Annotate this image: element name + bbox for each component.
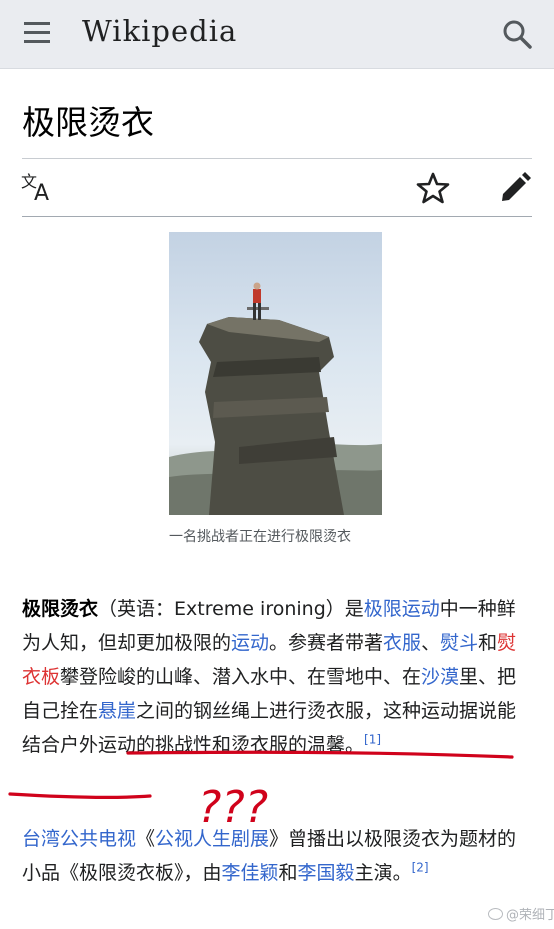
text: 主演。 <box>354 862 412 884</box>
watermark: @荣细丁 <box>488 904 554 923</box>
link-sport[interactable]: 运动 <box>231 632 269 654</box>
svg-text:A: A <box>34 181 49 204</box>
watch-star-icon[interactable] <box>416 171 450 205</box>
hamburger-menu-icon[interactable] <box>24 22 50 44</box>
link-actor-2[interactable]: 李国毅 <box>298 862 355 884</box>
text: 、 <box>421 632 441 654</box>
text: 和 <box>478 632 498 654</box>
language-icon[interactable]: 文 A <box>20 170 58 204</box>
article-image[interactable] <box>169 232 382 515</box>
text: （英语：Extreme ironing）是 <box>98 598 364 620</box>
link-iron[interactable]: 熨斗 <box>440 632 478 654</box>
text: 攀登险峻的山峰、潜入水中、在雪地中、在 <box>60 666 422 688</box>
link-show[interactable]: 公视人生剧展 <box>155 828 269 850</box>
text: 。 <box>345 734 365 756</box>
bold-term: 极限烫衣 <box>22 598 99 620</box>
link-pts[interactable]: 台湾公共电视 <box>22 828 136 850</box>
header-bar: Wikipedia <box>0 0 554 69</box>
text: 。参赛者带著 <box>269 632 384 654</box>
rock-climber-photo <box>169 282 382 515</box>
link-actor-1[interactable]: 李佳颖 <box>222 862 279 884</box>
reference-1[interactable]: [1] <box>364 733 381 747</box>
wikipedia-wordmark[interactable]: Wikipedia <box>82 14 237 48</box>
page-title: 极限烫衣 <box>22 103 154 142</box>
article-paragraph-1: 极限烫衣（英语：Extreme ironing）是极限运动中一种鲜为人知，但却更… <box>22 592 522 762</box>
title-divider <box>22 158 532 159</box>
text: 和 <box>278 862 298 884</box>
weibo-icon <box>488 908 503 920</box>
text: 之间的钢丝绳上进行烫衣服， <box>136 700 384 722</box>
link-clothes[interactable]: 衣服 <box>383 632 421 654</box>
search-icon[interactable] <box>502 19 532 49</box>
text: 《 <box>136 828 156 850</box>
link-extreme-sport[interactable]: 极限运动 <box>364 598 440 620</box>
link-desert[interactable]: 沙漠 <box>421 666 459 688</box>
article-paragraph-2: 台湾公共电视《公视人生剧展》曾播出以极限烫衣为题材的小品《极限烫衣板》，由李佳颖… <box>22 822 522 890</box>
link-cliff[interactable]: 悬崖 <box>98 700 136 722</box>
reference-2[interactable]: [2] <box>412 861 429 875</box>
edit-pencil-icon[interactable] <box>498 171 532 205</box>
watermark-text: @荣细丁 <box>506 908 554 923</box>
image-caption: 一名挑战者正在进行极限烫衣 <box>169 529 351 545</box>
action-bar-divider <box>22 216 532 217</box>
